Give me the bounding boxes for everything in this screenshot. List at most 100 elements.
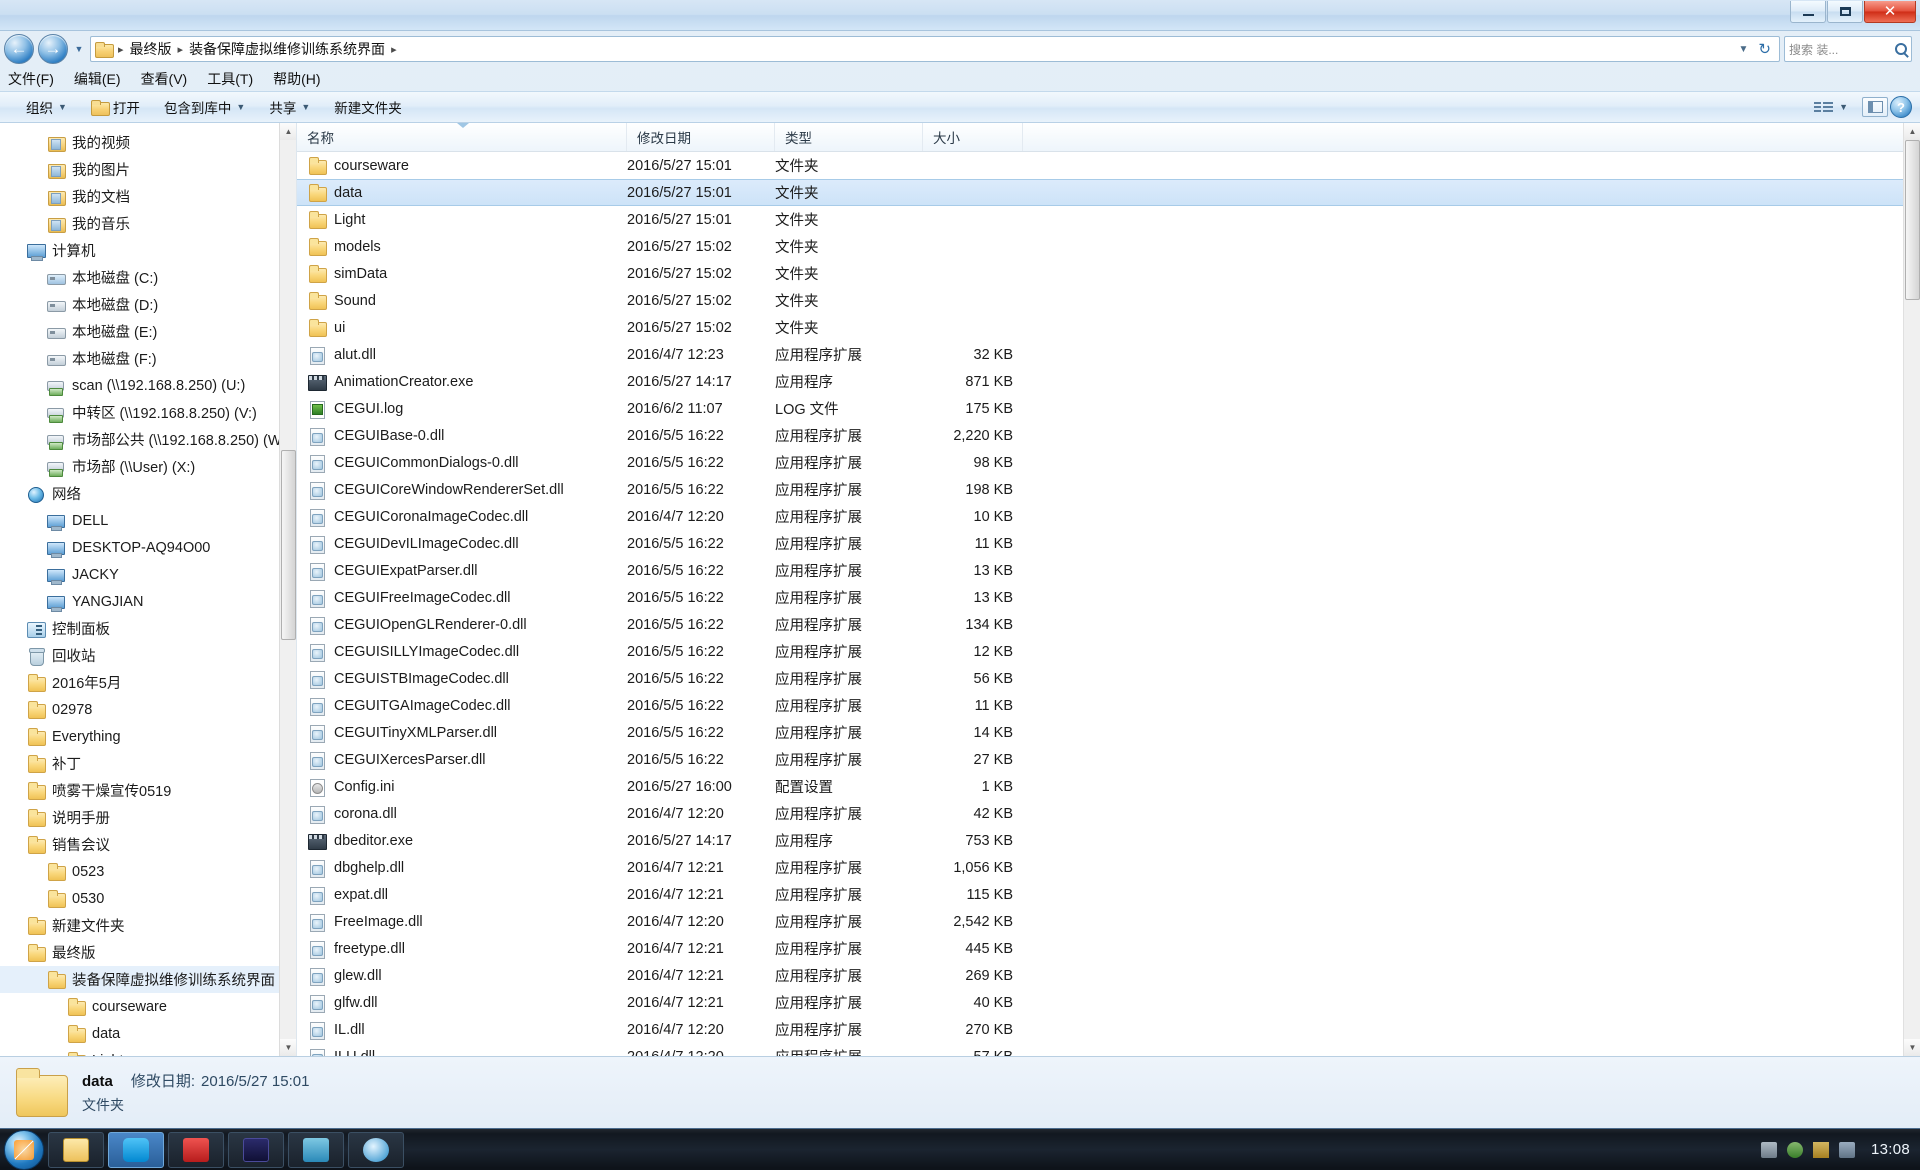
sidebar-item[interactable]: 02978 (0, 696, 296, 723)
scrollbar-track[interactable] (1904, 140, 1920, 1039)
change-view-button[interactable]: ▼ (1802, 96, 1860, 118)
sidebar-item[interactable]: YANGJIAN (0, 588, 296, 615)
start-button[interactable] (4, 1129, 44, 1170)
sidebar-item[interactable]: 网络 (0, 480, 296, 507)
breadcrumb-bar[interactable]: ▸ 最终版 ▸ 装备保障虚拟维修训练系统界面 ▸ ▼ ↻ (90, 36, 1780, 62)
history-dropdown-icon[interactable]: ▼ (72, 37, 86, 61)
refresh-icon[interactable]: ↻ (1754, 40, 1775, 58)
table-row[interactable]: CEGUITinyXMLParser.dll 2016/5/5 16:22 应用程序… (297, 719, 1920, 746)
table-row[interactable]: CEGUIOpenGLRenderer-0.dll 2016/5/5 16:22 应… (297, 611, 1920, 638)
table-row[interactable]: CEGUI.log 2016/6/2 11:07 LOG 文件 175 KB (297, 395, 1920, 422)
taskbar-item-photoshop[interactable] (228, 1131, 284, 1168)
column-header-date[interactable]: 修改日期 (627, 123, 775, 151)
table-row[interactable]: FreeImage.dll 2016/4/7 12:20 应用程序扩展 2,542 K… (297, 908, 1920, 935)
table-row[interactable]: glew.dll 2016/4/7 12:21 应用程序扩展 269 KB (297, 962, 1920, 989)
menu-view[interactable]: 查看(V) (141, 69, 188, 89)
table-row[interactable]: CEGUIBase-0.dll 2016/5/5 16:22 应用程序扩展 2,220… (297, 422, 1920, 449)
minimize-button[interactable] (1790, 1, 1826, 23)
share-button[interactable]: 共享 ▼ (257, 94, 322, 120)
table-row[interactable]: courseware 2016/5/27 15:01 文件夹 (297, 152, 1920, 179)
sidebar-item[interactable]: 喷雾干燥宣传0519 (0, 777, 296, 804)
preview-pane-button[interactable] (1862, 97, 1888, 117)
sidebar-item[interactable]: 市场部 (\\User) (X:) (0, 453, 296, 480)
navigation-scrollbar[interactable]: ▲ ▼ (279, 123, 296, 1056)
tray-icon-b[interactable] (1786, 1141, 1803, 1158)
table-row[interactable]: corona.dll 2016/4/7 12:20 应用程序扩展 42 KB (297, 800, 1920, 827)
column-header-name[interactable]: 名称 (297, 123, 627, 151)
sidebar-item[interactable]: 0523 (0, 858, 296, 885)
file-list-scrollbar[interactable]: ▲ ▼ (1903, 123, 1920, 1056)
scroll-down-button[interactable]: ▼ (1904, 1039, 1920, 1056)
menu-file[interactable]: 文件(F) (8, 69, 54, 89)
table-row[interactable]: ui 2016/5/27 15:02 文件夹 (297, 314, 1920, 341)
include-in-library-button[interactable]: 包含到库中 ▼ (152, 94, 257, 120)
sidebar-item[interactable]: 本地磁盘 (F:) (0, 345, 296, 372)
chevron-down-icon[interactable]: ▼ (1735, 44, 1753, 55)
table-row[interactable]: CEGUICoronaImageCodec.dll 2016/4/7 12:20 应… (297, 503, 1920, 530)
table-row[interactable]: AnimationCreator.exe 2016/5/27 14:17 应用程序 8… (297, 368, 1920, 395)
sidebar-item[interactable]: DELL (0, 507, 296, 534)
table-row[interactable]: simData 2016/5/27 15:02 文件夹 (297, 260, 1920, 287)
sidebar-item[interactable]: 中转区 (\\192.168.8.250) (V:) (0, 399, 296, 426)
close-button[interactable]: ✕ (1864, 1, 1916, 23)
tray-icon-a[interactable] (1760, 1141, 1777, 1158)
table-row[interactable]: CEGUISILLYImageCodec.dll 2016/5/5 16:22 应用… (297, 638, 1920, 665)
scroll-down-button[interactable]: ▼ (280, 1039, 296, 1056)
table-row[interactable]: expat.dll 2016/4/7 12:21 应用程序扩展 115 KB (297, 881, 1920, 908)
new-folder-button[interactable]: 新建文件夹 (322, 94, 414, 120)
table-row[interactable]: CEGUIExpatParser.dll 2016/5/5 16:22 应用程序扩展… (297, 557, 1920, 584)
sidebar-item[interactable]: 说明手册 (0, 804, 296, 831)
open-button[interactable]: 打开 (79, 94, 152, 120)
scroll-up-button[interactable]: ▲ (1904, 123, 1920, 140)
table-row[interactable]: ILU.dll 2016/4/7 12:20应用程序扩展57 KB (297, 1043, 1920, 1056)
table-row[interactable]: CEGUICoreWindowRendererSet.dll 2016/5/5 1… (297, 476, 1920, 503)
organize-button[interactable]: 组织 ▼ (14, 94, 79, 120)
sidebar-item[interactable]: 新建文件夹 (0, 912, 296, 939)
sidebar-item[interactable]: 补丁 (0, 750, 296, 777)
sidebar-item[interactable]: DESKTOP-AQ94O00 (0, 534, 296, 561)
sidebar-item[interactable]: 本地磁盘 (D:) (0, 291, 296, 318)
column-header-type[interactable]: 类型 (775, 123, 923, 151)
menu-help[interactable]: 帮助(H) (273, 69, 320, 89)
scrollbar-track[interactable] (280, 140, 296, 1039)
sidebar-item[interactable]: 本地磁盘 (C:) (0, 264, 296, 291)
breadcrumb-item-1[interactable]: 装备保障虚拟维修训练系统界面 (189, 39, 385, 59)
scroll-up-button[interactable]: ▲ (280, 123, 296, 140)
sidebar-item[interactable]: Light (0, 1047, 296, 1056)
sidebar-item[interactable]: 计算机 (0, 237, 296, 264)
sidebar-item[interactable]: 我的音乐 (0, 210, 296, 237)
sidebar-item[interactable]: 回收站 (0, 642, 296, 669)
sidebar-item[interactable]: 装备保障虚拟维修训练系统界面 (0, 966, 296, 993)
taskbar-item-browser[interactable] (348, 1131, 404, 1168)
table-row[interactable]: models 2016/5/27 15:02 文件夹 (297, 233, 1920, 260)
scrollbar-thumb[interactable] (281, 450, 296, 640)
table-row[interactable]: Config.ini 2016/5/27 16:00 配置设置 1 KB (297, 773, 1920, 800)
back-button[interactable]: ← (4, 34, 34, 64)
table-row[interactable]: CEGUIXercesParser.dll 2016/5/5 16:22 应用程序扩… (297, 746, 1920, 773)
help-button[interactable]: ? (1890, 96, 1912, 118)
table-row[interactable]: data 2016/5/27 15:01 文件夹 (297, 179, 1920, 206)
breadcrumb-item-0[interactable]: 最终版 (130, 39, 172, 59)
sidebar-item[interactable]: courseware (0, 993, 296, 1020)
sidebar-item[interactable]: 控制面板 (0, 615, 296, 642)
table-row[interactable]: dbeditor.exe 2016/5/27 14:17 应用程序 753 KB (297, 827, 1920, 854)
table-row[interactable]: CEGUISTBImageCodec.dll 2016/5/5 16:22 应用程序… (297, 665, 1920, 692)
sidebar-item[interactable]: 0530 (0, 885, 296, 912)
search-input[interactable]: 搜索 装... (1789, 41, 1838, 58)
sidebar-item[interactable]: 销售会议 (0, 831, 296, 858)
search-box[interactable]: 搜索 装... (1784, 36, 1912, 62)
table-row[interactable]: CEGUICommonDialogs-0.dll 2016/5/5 16:22 应用… (297, 449, 1920, 476)
sidebar-item[interactable]: 我的图片 (0, 156, 296, 183)
sidebar-item[interactable]: 我的视频 (0, 129, 296, 156)
menu-edit[interactable]: 编辑(E) (74, 69, 121, 89)
taskbar-item-messenger[interactable] (108, 1131, 164, 1168)
menu-tools[interactable]: 工具(T) (207, 69, 253, 89)
sidebar-item[interactable]: 本地磁盘 (E:) (0, 318, 296, 345)
sidebar-item[interactable]: scan (\\192.168.8.250) (U:) (0, 372, 296, 399)
sidebar-item[interactable]: JACKY (0, 561, 296, 588)
table-row[interactable]: IL.dll 2016/4/7 12:20 应用程序扩展 270 KB (297, 1016, 1920, 1043)
sidebar-item[interactable]: 市场部公共 (\\192.168.8.250) (W:) (0, 426, 296, 453)
clock[interactable]: 13:08 (1865, 1141, 1910, 1158)
table-row[interactable]: dbghelp.dll 2016/4/7 12:21 应用程序扩展 1,056 KB (297, 854, 1920, 881)
table-row[interactable]: CEGUITGAImageCodec.dll 2016/5/5 16:22 应用程序… (297, 692, 1920, 719)
